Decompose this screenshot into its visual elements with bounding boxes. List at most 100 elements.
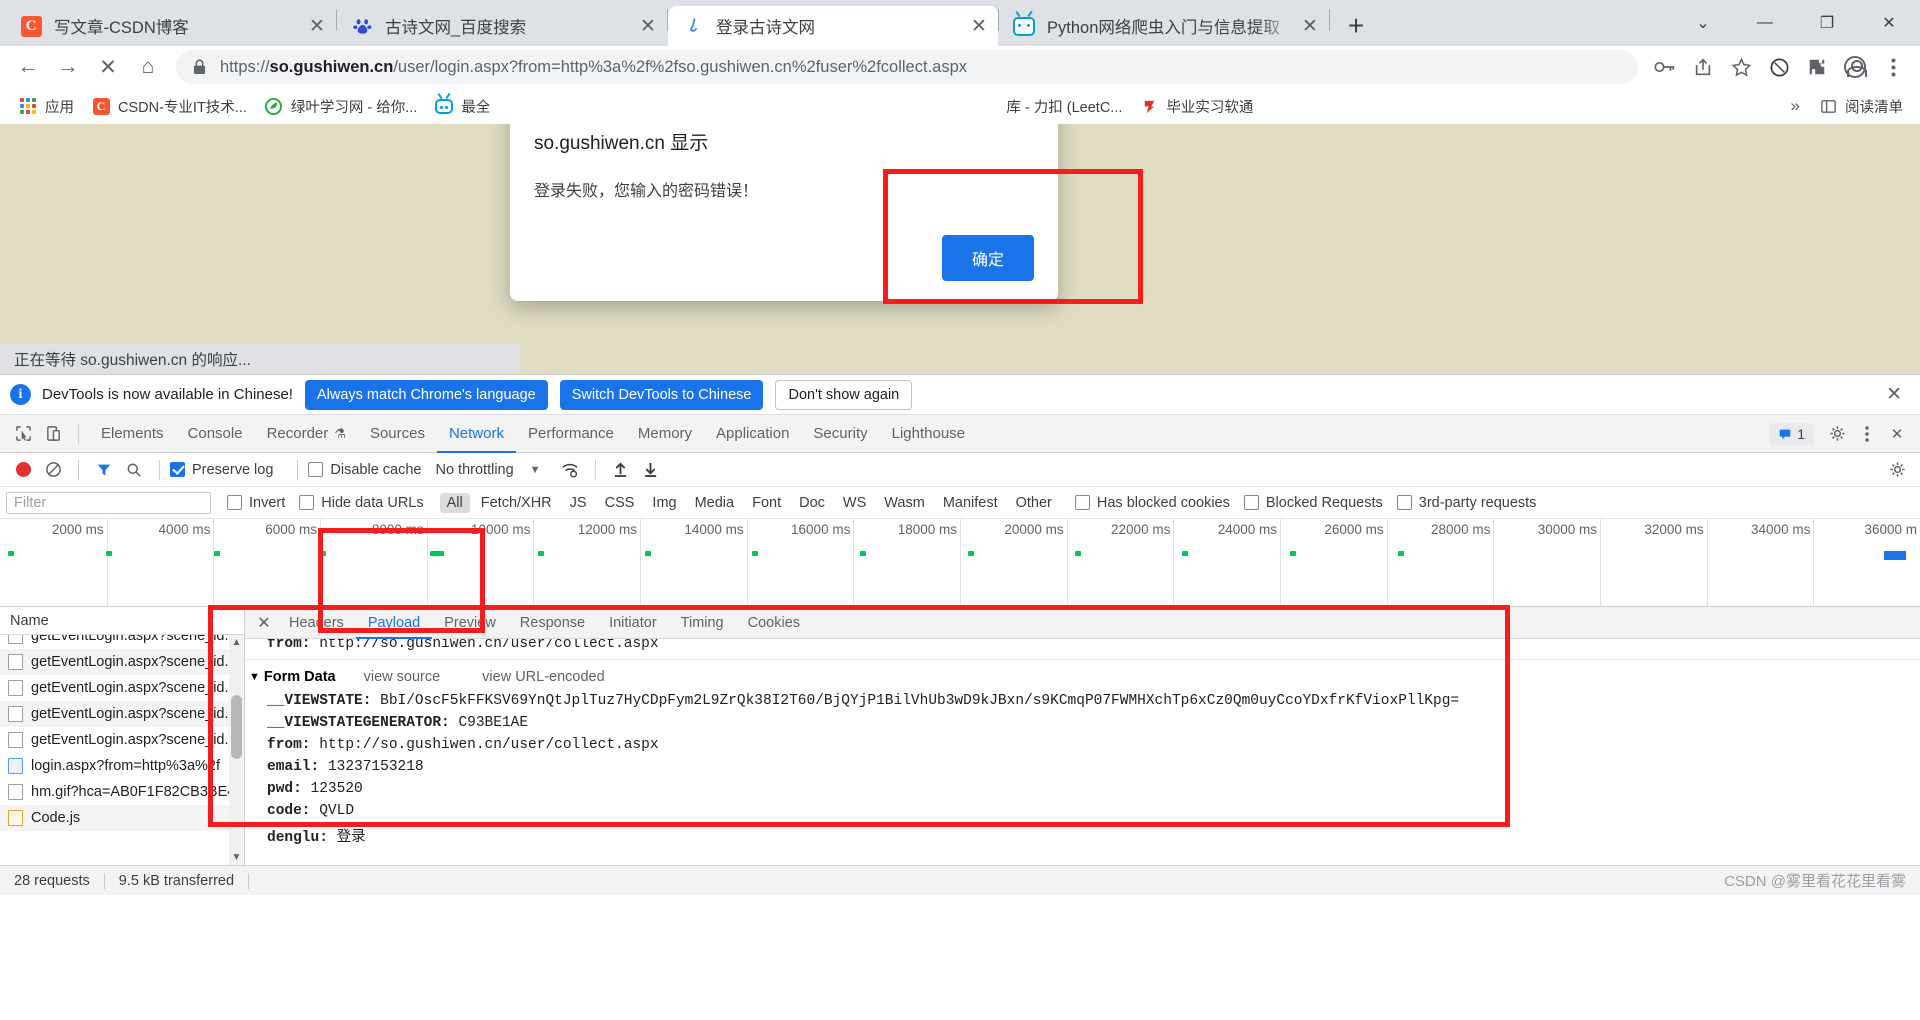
filter-type-font[interactable]: Font	[745, 493, 788, 513]
console-message-badge[interactable]: 1	[1769, 422, 1814, 445]
switch-devtools-language-button[interactable]: Switch DevTools to Chinese	[559, 379, 764, 410]
tab-console[interactable]: Console	[176, 415, 255, 453]
always-match-language-button[interactable]: Always match Chrome's language	[304, 379, 548, 410]
bookmarks-overflow-icon[interactable]: »	[1781, 96, 1810, 116]
new-tab-button[interactable]: +	[1336, 6, 1376, 46]
filter-type-fetch-xhr[interactable]: Fetch/XHR	[474, 493, 559, 513]
three-dot-menu-icon[interactable]	[1852, 420, 1882, 448]
tab-close-icon[interactable]: ✕	[966, 13, 992, 39]
forward-button[interactable]: →	[48, 47, 88, 87]
banner-close-icon[interactable]: ✕	[1886, 383, 1910, 406]
filter-type-media[interactable]: Media	[688, 493, 742, 513]
browser-tab-2-active[interactable]: 登录古诗文网 ✕	[668, 6, 998, 46]
third-party-requests-checkbox[interactable]	[1396, 495, 1412, 510]
network-conditions-icon[interactable]	[555, 457, 585, 483]
network-settings-gear-icon[interactable]	[1882, 457, 1912, 483]
tab-lighthouse[interactable]: Lighthouse	[880, 415, 977, 453]
stop-loading-button[interactable]: ✕	[88, 47, 128, 87]
tab-close-icon[interactable]: ✕	[635, 13, 661, 39]
filter-type-img[interactable]: Img	[645, 493, 683, 513]
disable-cache-checkbox[interactable]	[308, 462, 324, 477]
browser-tab-0[interactable]: C 写文章-CSDN博客 ✕	[6, 6, 336, 46]
filter-type-other[interactable]: Other	[1009, 493, 1059, 513]
filter-type-js[interactable]: JS	[563, 493, 594, 513]
detail-tab-timing[interactable]: Timing	[669, 607, 736, 639]
bookmark-internship[interactable]: 毕业实习软通	[1131, 92, 1262, 120]
preserve-log-checkbox[interactable]	[170, 462, 185, 477]
browser-tab-1[interactable]: 古诗文网_百度搜索 ✕	[337, 6, 667, 46]
view-url-encoded-link[interactable]: view URL-encoded	[482, 669, 605, 685]
filter-type-ws[interactable]: WS	[836, 493, 873, 513]
maximize-button[interactable]: ❐	[1796, 0, 1858, 46]
filter-type-doc[interactable]: Doc	[792, 493, 832, 513]
detail-tab-response[interactable]: Response	[508, 607, 597, 639]
import-har-icon[interactable]	[606, 457, 636, 483]
request-row[interactable]: Code.js	[0, 805, 244, 831]
network-overview-timeline[interactable]: 2000 ms 4000 ms 6000 ms 8000 ms 10000 ms 1200…	[0, 519, 1920, 607]
star-icon[interactable]	[1722, 48, 1760, 86]
tab-close-icon[interactable]: ✕	[1297, 13, 1323, 39]
minimize-button[interactable]: —	[1734, 0, 1796, 46]
gear-icon[interactable]	[1822, 420, 1852, 448]
tab-elements[interactable]: Elements	[89, 415, 176, 453]
tab-recorder[interactable]: Recorder ⚗	[255, 415, 358, 453]
profile-icon[interactable]	[1836, 48, 1874, 86]
tab-performance[interactable]: Performance	[516, 415, 626, 453]
extension-icon[interactable]	[1760, 48, 1798, 86]
filter-icon[interactable]	[89, 457, 119, 483]
three-dot-menu-icon[interactable]	[1874, 48, 1912, 86]
throttling-select[interactable]: No throttling	[435, 462, 513, 478]
detail-tab-preview[interactable]: Preview	[432, 607, 508, 639]
tab-sources[interactable]: Sources	[358, 415, 437, 453]
scrollbar-thumb[interactable]	[231, 695, 242, 759]
filter-input[interactable]: Filter	[6, 491, 211, 514]
close-detail-icon[interactable]: ✕	[251, 610, 277, 636]
record-button[interactable]	[8, 457, 38, 483]
scroll-up-arrow[interactable]: ▲	[229, 635, 244, 650]
bookmark-apps[interactable]: 应用	[10, 92, 83, 120]
home-button[interactable]: ⌂	[128, 47, 168, 87]
dialog-ok-button[interactable]: 确定	[941, 235, 1034, 281]
address-bar[interactable]: https://so.gushiwen.cn/user/login.aspx?f…	[176, 50, 1638, 84]
request-list-scrollbar[interactable]: ▲ ▼	[229, 635, 244, 865]
tab-application[interactable]: Application	[704, 415, 801, 453]
blocked-requests-checkbox[interactable]	[1243, 495, 1259, 510]
chevron-down-icon[interactable]: ▼	[530, 464, 541, 476]
reading-list-button[interactable]: 阅读清单	[1810, 92, 1912, 120]
back-button[interactable]: ←	[8, 47, 48, 87]
request-row[interactable]: getEventLogin.aspx?scene_id.	[0, 675, 244, 701]
tab-security[interactable]: Security	[801, 415, 879, 453]
request-row[interactable]: getEventLogin.aspx?scene_id.	[0, 701, 244, 727]
tab-search-icon[interactable]: ⌄	[1672, 0, 1734, 46]
request-row[interactable]: login.aspx?from=http%3a%2f	[0, 753, 244, 779]
puzzle-icon[interactable]	[1798, 48, 1836, 86]
filter-type-css[interactable]: CSS	[598, 493, 642, 513]
close-window-button[interactable]: ✕	[1858, 0, 1920, 46]
clear-icon[interactable]	[38, 457, 68, 483]
tab-close-icon[interactable]: ✕	[304, 13, 330, 39]
scroll-down-arrow[interactable]: ▼	[229, 850, 244, 865]
request-row[interactable]: hm.gif?hca=AB0F1F82CB3BE4	[0, 779, 244, 805]
tab-network[interactable]: Network	[437, 415, 516, 453]
filter-type-manifest[interactable]: Manifest	[936, 493, 1005, 513]
filter-type-wasm[interactable]: Wasm	[877, 493, 932, 513]
detail-tab-payload[interactable]: Payload	[356, 607, 432, 639]
request-list-column-header[interactable]: Name	[0, 607, 244, 635]
detail-tab-initiator[interactable]: Initiator	[597, 607, 669, 639]
form-data-section-header[interactable]: ▼ Form Data view source view URL-encoded	[245, 664, 1920, 690]
detail-tab-cookies[interactable]: Cookies	[736, 607, 812, 639]
key-icon[interactable]	[1646, 48, 1684, 86]
request-rows-container[interactable]: getEventLogin.aspx?scene_id. getEventLogi…	[0, 635, 244, 865]
invert-checkbox[interactable]	[227, 495, 242, 510]
dont-show-again-button[interactable]: Don't show again	[775, 379, 913, 410]
bookmark-lvye[interactable]: 绿叶学习网 - 给你...	[256, 92, 426, 120]
inspect-element-icon[interactable]	[8, 420, 38, 448]
view-source-link[interactable]: view source	[364, 669, 441, 685]
export-har-icon[interactable]	[636, 457, 666, 483]
request-row[interactable]: getEventLogin.aspx?scene_id.	[0, 635, 244, 649]
request-row[interactable]: getEventLogin.aspx?scene_id.	[0, 727, 244, 753]
detail-tab-headers[interactable]: Headers	[277, 607, 356, 639]
bookmark-bilibili[interactable]: 最全	[426, 92, 499, 120]
browser-tab-3[interactable]: Python网络爬虫入门与信息提取 ✕	[999, 6, 1329, 46]
bookmark-leetcode[interactable]: 库 - 力扣 (LeetC...	[997, 92, 1131, 120]
